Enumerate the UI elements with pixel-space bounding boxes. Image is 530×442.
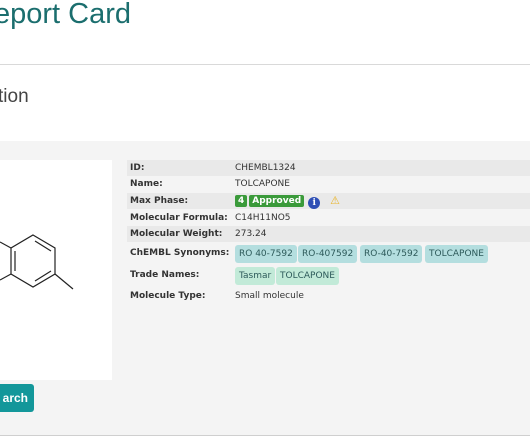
max-phase-row: Max Phase: 4 Approved i ⚠ — [127, 193, 530, 209]
name-label: Name: — [130, 179, 163, 189]
info-icon[interactable]: i — [308, 197, 321, 209]
synonym-chip[interactable]: RO 40-7592 — [235, 245, 297, 263]
page-title: eport Card — [0, 0, 132, 30]
warning-icon[interactable]: ⚠ — [330, 194, 340, 207]
trade-name-chip[interactable]: Tasmar — [235, 267, 276, 285]
formula-value: C14H11NO5 — [235, 213, 291, 223]
trade-names-label: Trade Names: — [130, 270, 200, 280]
synonyms-label: ChEMBL Synonyms: — [130, 248, 230, 258]
search-button[interactable]: arch — [0, 384, 34, 412]
formula-label: Molecular Formula: — [130, 213, 228, 223]
max-phase-value: 4 Approved i ⚠ — [235, 194, 340, 209]
weight-value: 273.24 — [235, 229, 267, 239]
id-label: ID: — [130, 163, 145, 173]
max-phase-badge: 4 — [235, 195, 248, 207]
max-phase-label: Max Phase: — [130, 196, 189, 206]
molecule-image[interactable] — [0, 160, 112, 380]
name-row: Name: TOLCAPONE — [127, 176, 530, 192]
approved-badge: Approved — [249, 195, 305, 207]
formula-row: Molecular Formula: C14H11NO5 — [127, 210, 530, 226]
header-divider — [0, 64, 530, 65]
molecule-structure-drawing — [0, 234, 74, 290]
molecule-type-value: Small molecule — [235, 291, 304, 301]
trade-name-chip[interactable]: TOLCAPONE — [276, 267, 339, 285]
weight-row: Molecular Weight: 273.24 — [127, 226, 530, 242]
section-title: tion — [0, 86, 29, 107]
molecule-type-label: Molecule Type: — [130, 291, 206, 301]
synonym-chip[interactable]: TOLCAPONE — [425, 245, 488, 263]
synonym-chip[interactable]: RO-40-7592 — [360, 245, 423, 263]
synonym-chip[interactable]: RO-407592 — [298, 245, 358, 263]
id-row: ID: CHEMBL1324 — [127, 160, 530, 176]
trade-names-list: Tasmar TOLCAPONE — [235, 267, 530, 285]
weight-label: Molecular Weight: — [130, 229, 223, 239]
id-value: CHEMBL1324 — [235, 163, 296, 173]
name-value: TOLCAPONE — [235, 179, 290, 189]
synonyms-list: RO 40-7592 RO-407592 RO-40-7592 TOLCAPON… — [235, 245, 530, 263]
